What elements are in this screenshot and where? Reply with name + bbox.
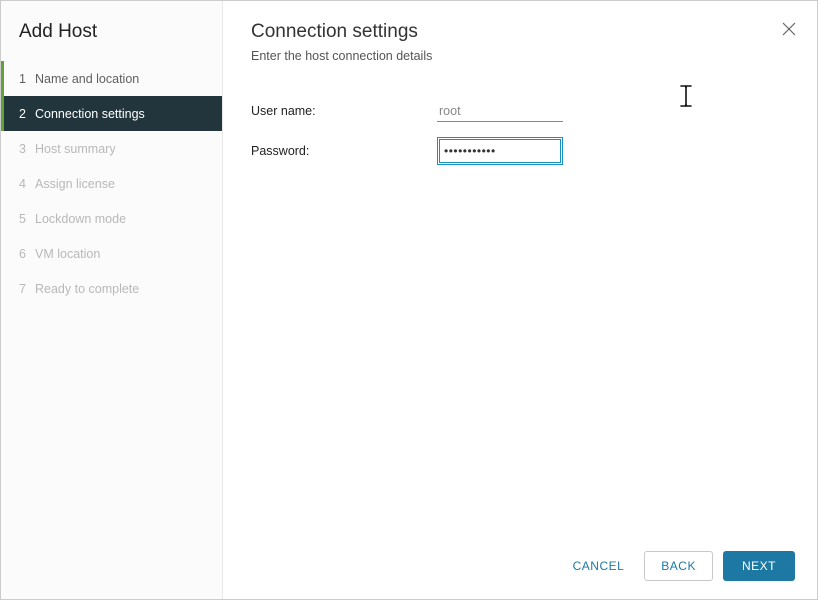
step-ready-to-complete: 7 Ready to complete <box>1 271 222 306</box>
step-number: 5 <box>19 212 35 226</box>
step-number: 2 <box>19 107 35 121</box>
step-lockdown-mode: 5 Lockdown mode <box>1 201 222 236</box>
username-row: User name: <box>251 91 789 131</box>
step-assign-license: 4 Assign license <box>1 166 222 201</box>
wizard-steps: 1 Name and location 2 Connection setting… <box>1 61 222 306</box>
username-label: User name: <box>251 104 437 118</box>
password-row: Password: <box>251 131 789 171</box>
wizard-sidebar: Add Host 1 Name and location 2 Connectio… <box>1 1 223 599</box>
wizard-title: Add Host <box>1 21 222 61</box>
add-host-wizard: Add Host 1 Name and location 2 Connectio… <box>0 0 818 600</box>
password-label: Password: <box>251 144 437 158</box>
step-vm-location: 6 VM location <box>1 236 222 271</box>
step-number: 6 <box>19 247 35 261</box>
back-button[interactable]: BACK <box>644 551 713 581</box>
wizard-main: Connection settings Enter the host conne… <box>223 1 817 599</box>
step-connection-settings[interactable]: 2 Connection settings <box>1 96 222 131</box>
step-label: Lockdown mode <box>35 212 126 226</box>
wizard-footer: CANCEL BACK NEXT <box>223 535 817 599</box>
page-subtitle: Enter the host connection details <box>251 49 789 63</box>
step-label: Ready to complete <box>35 282 139 296</box>
close-button[interactable] <box>779 19 799 39</box>
step-name-and-location[interactable]: 1 Name and location <box>1 61 222 96</box>
step-number: 4 <box>19 177 35 191</box>
password-input[interactable] <box>439 139 561 163</box>
password-focus-ring <box>437 137 563 165</box>
step-label: Connection settings <box>35 107 145 121</box>
step-number: 7 <box>19 282 35 296</box>
step-label: Name and location <box>35 72 139 86</box>
close-icon <box>782 22 796 36</box>
username-input[interactable] <box>437 101 563 122</box>
cancel-button[interactable]: CANCEL <box>563 551 635 581</box>
connection-form: User name: Password: <box>223 69 817 535</box>
page-title: Connection settings <box>251 21 789 43</box>
step-host-summary: 3 Host summary <box>1 131 222 166</box>
next-button[interactable]: NEXT <box>723 551 795 581</box>
step-label: Host summary <box>35 142 116 156</box>
step-label: Assign license <box>35 177 115 191</box>
step-number: 1 <box>19 72 35 86</box>
page-header: Connection settings Enter the host conne… <box>223 1 817 69</box>
step-label: VM location <box>35 247 100 261</box>
step-number: 3 <box>19 142 35 156</box>
